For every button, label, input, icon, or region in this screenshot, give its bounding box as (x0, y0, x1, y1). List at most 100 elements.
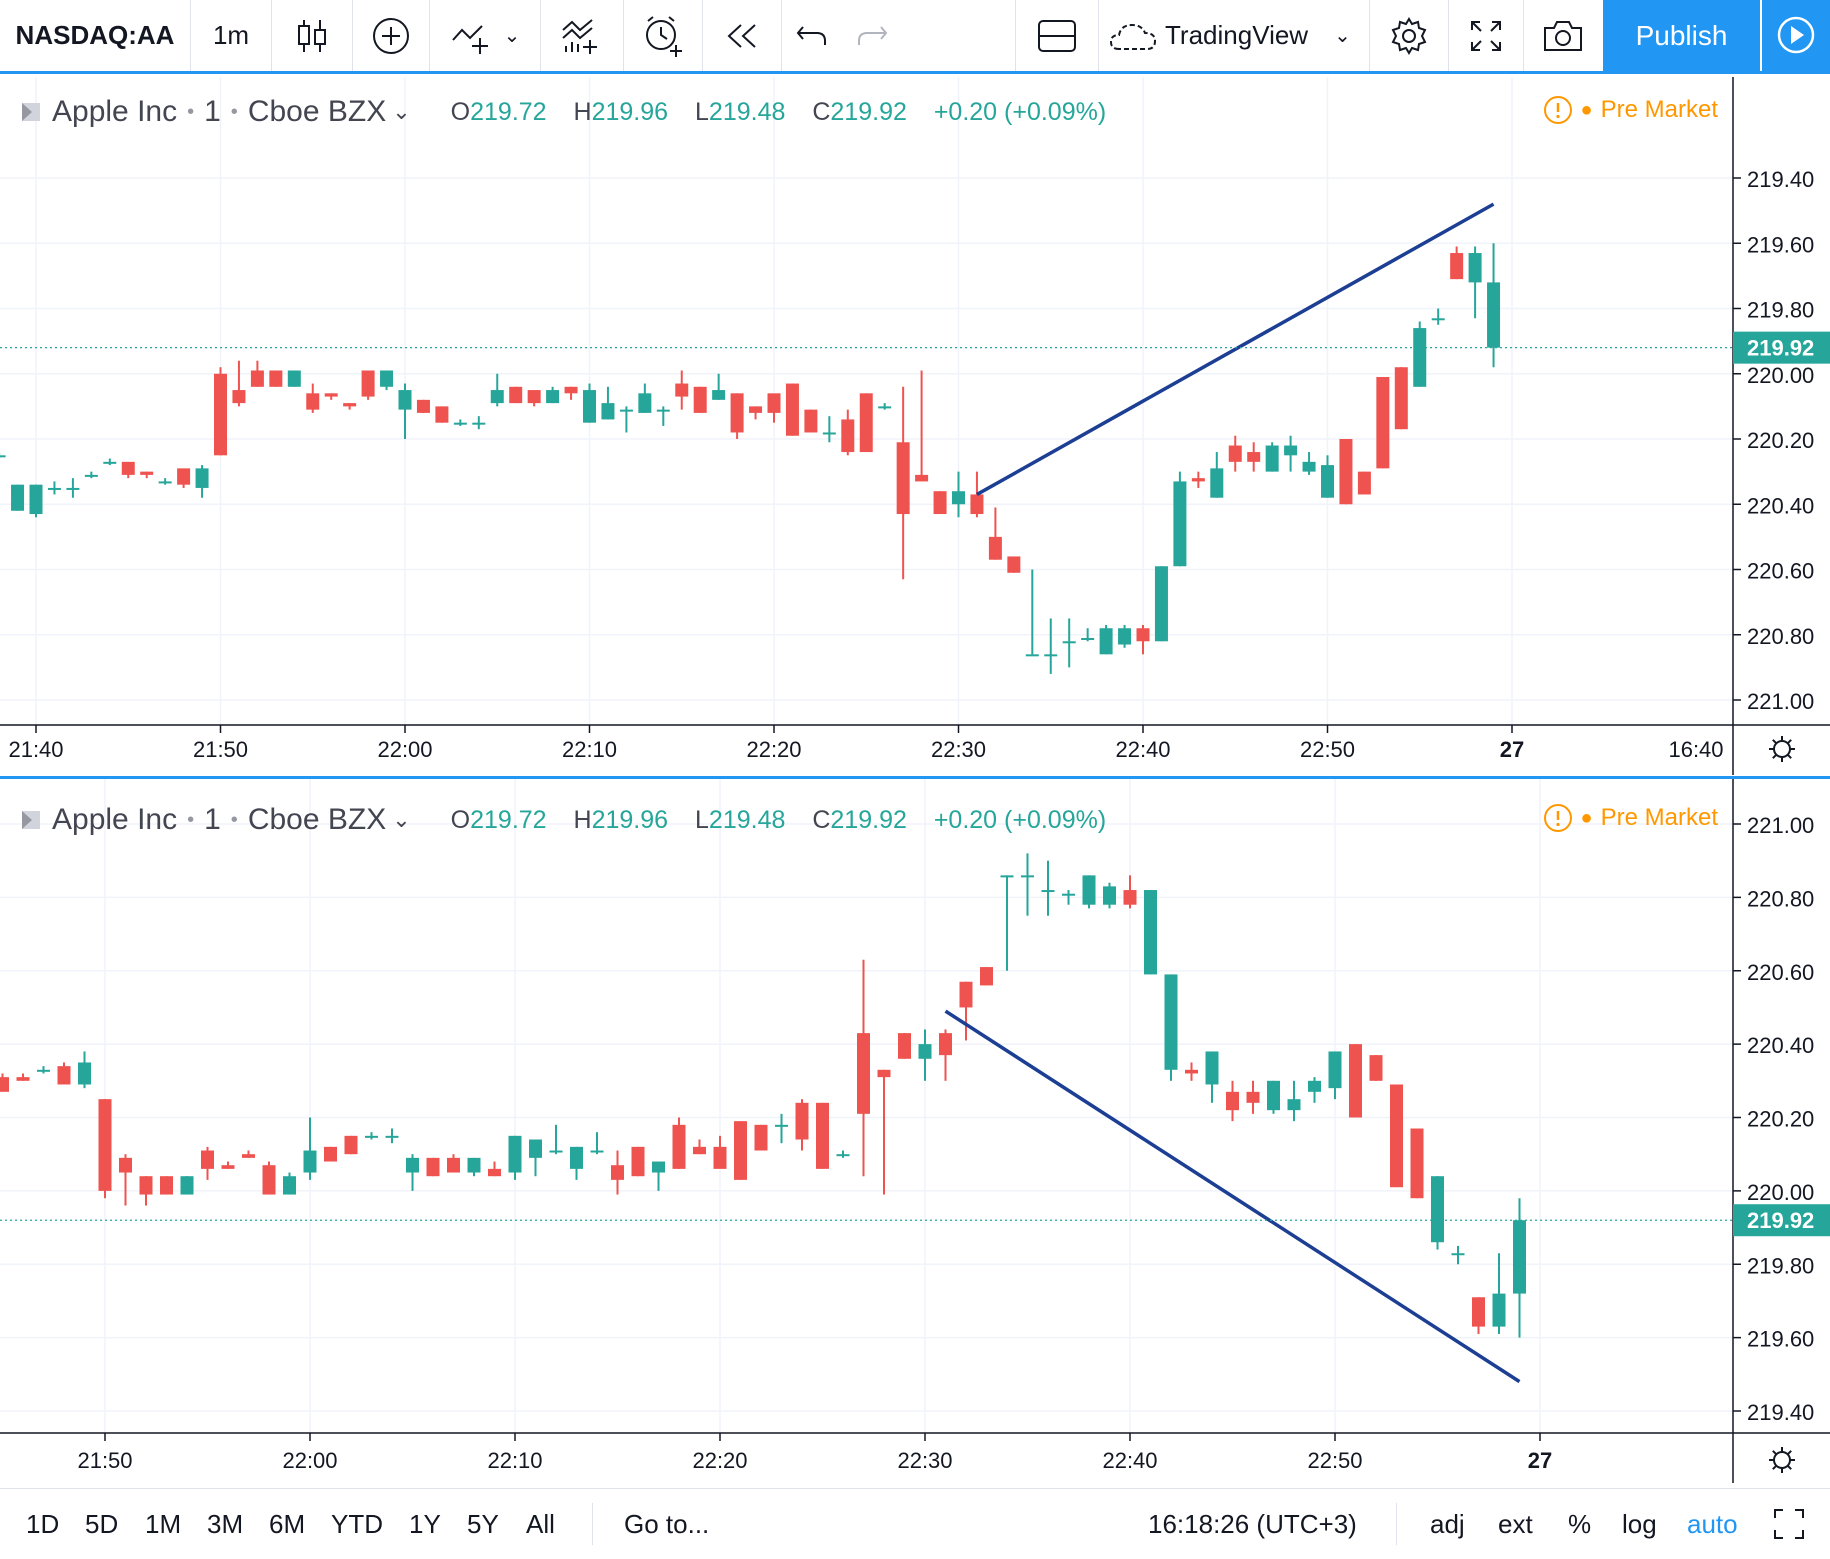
layout-name: TradingView (1165, 20, 1309, 50)
candle-body (1021, 875, 1034, 878)
range-ytd[interactable]: YTD (331, 1489, 383, 1559)
candle-body (915, 474, 929, 482)
replay-button[interactable] (703, 0, 781, 71)
save-layout-button[interactable]: TradingView ⌄ (1099, 0, 1362, 71)
candle-body (1431, 318, 1445, 321)
chevron-down-icon[interactable]: ⌄ (392, 99, 410, 125)
snapshot-button[interactable] (1524, 0, 1602, 71)
candle-body (1413, 328, 1427, 387)
chart-pane-top[interactable]: 219.40 219.60 219.80 220.00 220.20 220.40 220.… (0, 77, 1830, 777)
candle-body (467, 1157, 481, 1173)
price-tick-label: 221.00 (1747, 689, 1814, 714)
redo-button[interactable] (842, 0, 902, 71)
candle-body (98, 1099, 112, 1191)
candle-body (406, 1157, 419, 1173)
collapse-legend-icon[interactable] (20, 101, 42, 123)
undo-button[interactable] (782, 0, 842, 71)
candle-body (490, 390, 504, 404)
bottom-toolbar: 1D 5D 1M 3M 6M YTD 1Y 5Y All Go to... 16… (0, 1488, 1830, 1558)
candle-body (472, 422, 486, 425)
chevron-down-icon[interactable]: ⌄ (392, 807, 410, 833)
auto-toggle[interactable]: auto (1687, 1489, 1738, 1559)
alert-button[interactable] (624, 0, 702, 71)
percent-toggle[interactable]: % (1568, 1489, 1591, 1559)
camera-icon (1544, 20, 1582, 51)
price-tick-label: 220.60 (1747, 559, 1814, 584)
candle-body (1450, 253, 1464, 280)
last-price-label: 219.92 (1747, 336, 1814, 361)
price-tick-label: 220.20 (1747, 428, 1814, 453)
candle-body (1007, 556, 1021, 573)
candle-body (201, 1150, 214, 1169)
candle-body (250, 370, 264, 387)
templates-button[interactable] (541, 0, 623, 71)
redo-icon (858, 25, 888, 45)
layout-button[interactable] (1016, 0, 1098, 71)
collapse-legend-icon[interactable] (20, 809, 42, 831)
clock-timezone[interactable]: 16:18:26 (UTC+3) (1148, 1489, 1357, 1559)
range-3m[interactable]: 3M (207, 1489, 243, 1559)
compare-add-button[interactable] (353, 0, 429, 71)
candle-body (160, 1176, 173, 1195)
publish-button[interactable]: Publish (1603, 0, 1760, 71)
high-label: H (573, 97, 592, 126)
range-all[interactable]: All (526, 1489, 555, 1559)
alert-icon (646, 15, 682, 57)
candle-body (1468, 253, 1482, 283)
candle-body (0, 1077, 9, 1092)
range-1m[interactable]: 1M (145, 1489, 181, 1559)
go-to-button[interactable]: Go to... (624, 1489, 709, 1559)
time-tick-label: 22:00 (282, 1448, 337, 1473)
candle-body (426, 1157, 440, 1177)
time-tick-label: 22:50 (1300, 737, 1355, 762)
candle-body (16, 1077, 30, 1081)
ext-toggle[interactable]: ext (1498, 1489, 1533, 1559)
candle-body (1349, 1044, 1362, 1118)
range-5y[interactable]: 5Y (467, 1489, 499, 1559)
chart-type-button[interactable] (272, 0, 352, 71)
pre-market-badge[interactable]: ● Pre Market (1543, 800, 1718, 836)
candle-body (693, 386, 707, 413)
candle-body (1136, 628, 1150, 642)
candle-body (1228, 445, 1242, 462)
candle-body (398, 390, 412, 410)
log-toggle[interactable]: log (1622, 1489, 1657, 1559)
close-value: 219.92 (830, 97, 907, 126)
price-tick-label: 220.80 (1747, 886, 1814, 911)
time-tick-label: 22:20 (692, 1448, 747, 1473)
candle-body (601, 403, 615, 420)
range-1y[interactable]: 1Y (409, 1489, 441, 1559)
time-tick-label: 22:50 (1307, 1448, 1362, 1473)
interval-button[interactable]: 1m (191, 0, 271, 71)
chart-pane-bottom[interactable]: 219.40 219.60 219.80 220.00 220.20 220.40 220.… (0, 779, 1830, 1488)
range-1d[interactable]: 1D (26, 1489, 59, 1559)
indicators-button[interactable]: ⌄ (430, 0, 540, 71)
candle-body (1431, 1176, 1444, 1243)
fit-screen-button[interactable] (1772, 1489, 1806, 1559)
adj-toggle[interactable]: adj (1430, 1489, 1465, 1559)
pre-market-badge[interactable]: ● Pre Market (1543, 92, 1718, 128)
price-tick-label: 220.00 (1747, 1180, 1814, 1205)
candle-body (0, 455, 6, 458)
symbol-search-button[interactable]: NASDAQ:AA (0, 0, 190, 71)
time-tick-label: 16:40 (1668, 737, 1723, 762)
range-6m[interactable]: 6M (269, 1489, 305, 1559)
candle-body (804, 409, 818, 433)
play-button[interactable] (1762, 0, 1830, 71)
time-tick-label: 27 (1500, 737, 1524, 762)
candle-body (1267, 1080, 1280, 1111)
separator-dot: • (230, 808, 238, 831)
candle-body (822, 432, 836, 435)
candle-body (952, 491, 965, 505)
pre-market-label: Pre Market (1600, 804, 1718, 831)
series-legend-top[interactable]: Apple Inc • 1 • Cboe BZX ⌄ O219.72 H219.… (20, 92, 1126, 132)
candle-body (1191, 478, 1205, 482)
series-legend-bottom[interactable]: Apple Inc • 1 • Cboe BZX ⌄ O219.72 H219.… (20, 800, 1126, 840)
fullscreen-button[interactable] (1449, 0, 1523, 71)
pre-market-dot: ● (1580, 98, 1593, 121)
range-5d[interactable]: 5D (85, 1489, 118, 1559)
candle-body (1173, 481, 1187, 567)
settings-button[interactable] (1370, 0, 1448, 71)
candle-body (988, 536, 1002, 560)
candle-body (1082, 875, 1096, 905)
